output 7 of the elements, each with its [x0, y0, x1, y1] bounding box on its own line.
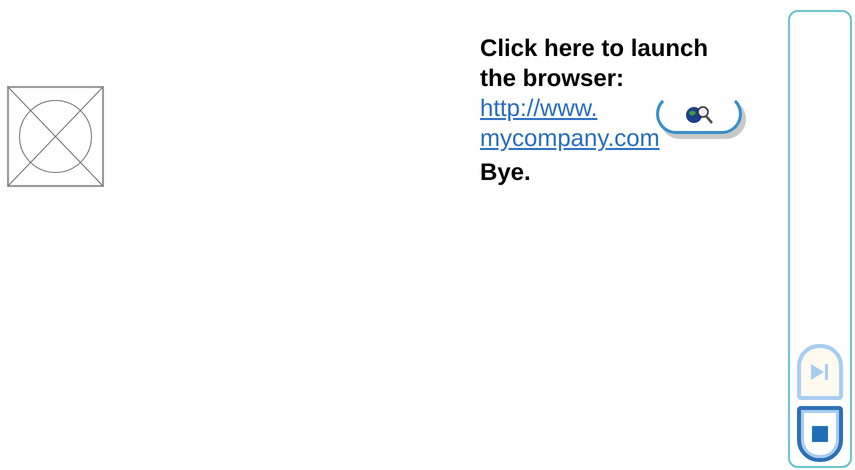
- company-link[interactable]: http://www.mycompany.com: [480, 94, 742, 154]
- launch-prompt: Click here to launch the browser:: [480, 34, 710, 94]
- stop-button[interactable]: [797, 406, 843, 462]
- skip-next-icon: [810, 363, 830, 381]
- image-placeholder-icon: [7, 86, 104, 187]
- stop-icon: [812, 426, 828, 442]
- closing-text: Bye.: [480, 158, 532, 188]
